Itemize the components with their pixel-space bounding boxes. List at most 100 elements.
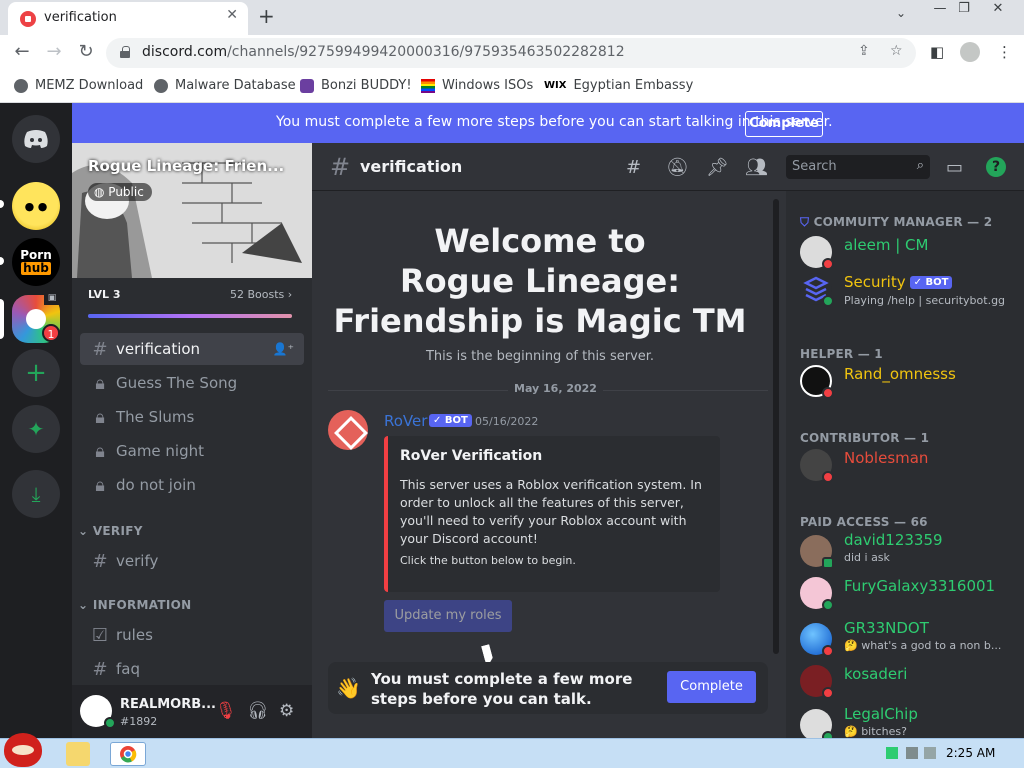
category-verify[interactable]: ⌄ VERIFY <box>78 524 143 538</box>
network-icon[interactable] <box>886 747 898 759</box>
channel-guess-the-song[interactable]: 🔒︎ Guess The Song <box>80 367 304 399</box>
reload-icon[interactable]: ↻ <box>74 41 98 62</box>
help-icon[interactable]: ? <box>986 157 1006 177</box>
discord-home-icon[interactable] <box>12 115 60 163</box>
restore-icon[interactable]: ❐ <box>952 2 976 18</box>
close-window-icon[interactable]: ✕ <box>986 2 1010 18</box>
new-tab-button[interactable]: + <box>258 4 275 28</box>
shield-icon: ⛉ <box>800 215 810 229</box>
channel-the-slums[interactable]: 🔒︎ The Slums <box>80 401 304 433</box>
composer-complete-button[interactable]: Complete <box>667 671 756 703</box>
bookmark-malware-database[interactable]: Malware Database <box>154 78 296 93</box>
member-item[interactable]: david123359 did i ask <box>800 531 1024 571</box>
member-activity: Playing /help | securitybot.gg <box>844 294 1006 307</box>
server-name[interactable]: Rogue Lineage: Frien... <box>88 157 284 175</box>
address-bar[interactable]: discord.com/channels/927599499420000316/… <box>106 38 916 68</box>
power-icon[interactable] <box>906 747 918 759</box>
boost-count[interactable]: 52 Boosts › <box>230 288 292 301</box>
rover-avatar[interactable] <box>328 410 368 450</box>
search-input[interactable]: Search ⌕ <box>786 155 930 179</box>
bookmarks-bar: MEMZ Download Malware Database Bonzi BUD… <box>0 71 1024 103</box>
lock-icon[interactable] <box>120 46 130 58</box>
welcome-heading: Welcome to Rogue Lineage: Friendship is … <box>333 222 747 340</box>
lock-icon: 🔒︎ <box>95 440 105 462</box>
member-item[interactable]: Security ✓ BOT Playing /help | securitybo… <box>800 269 1024 309</box>
menu-kebab-icon[interactable]: ⋮ <box>997 43 1012 61</box>
member-list-icon[interactable]: 👥︎ <box>745 157 768 178</box>
server-banner-image[interactable]: Rogue Lineage: Frien... ◍ Public <box>72 143 312 278</box>
bookmark-bonzi-buddy[interactable]: Bonzi BUDDY! <box>300 78 412 93</box>
profile-avatar[interactable] <box>960 42 980 62</box>
search-icon: ⌕ <box>916 158 924 173</box>
chrome-taskbar-icon[interactable] <box>110 742 146 766</box>
member-item[interactable]: GR33NDOT 🤔 what's a god to a non b... <box>800 619 1024 659</box>
share-icon[interactable]: ⇪ <box>858 43 870 59</box>
emoji-server-icon[interactable]: ● ● <box>12 182 60 230</box>
threads-icon[interactable]: # <box>626 157 641 178</box>
download-icon[interactable]: ⤓ <box>12 470 60 518</box>
channel-rules[interactable]: ☑ rules <box>80 619 304 651</box>
settings-gear-icon[interactable]: ⚙ <box>279 701 294 721</box>
embed-footer-text: Click the button below to begin. <box>400 554 576 567</box>
composer-notice-text: You must complete a few more steps befor… <box>371 670 633 708</box>
member-name: kosaderi <box>844 665 908 683</box>
ph-server-icon[interactable]: Porn hub <box>12 238 60 286</box>
start-button-angry-bird-icon[interactable] <box>4 733 42 767</box>
update-roles-button[interactable]: Update my roles <box>384 600 512 632</box>
side-panel-icon[interactable]: ◧ <box>930 43 944 61</box>
bookmark-star-icon[interactable]: ☆ <box>890 43 903 59</box>
add-server-icon[interactable]: + <box>12 349 60 397</box>
discord-favicon-icon <box>20 11 36 27</box>
notification-bell-muted-icon[interactable]: 🔕︎ <box>666 157 689 178</box>
browser-tab[interactable]: verification ✕ <box>8 2 248 35</box>
tab-title: verification <box>44 10 117 25</box>
inbox-icon[interactable]: ▭ <box>946 157 963 178</box>
channel-do-not-join[interactable]: 🔒︎ do not join <box>80 469 304 501</box>
taskbar-clock[interactable]: 2:25 AM <box>946 746 995 760</box>
member-item[interactable]: Rand_omnesss <box>800 361 1024 401</box>
channel-sidebar: Rogue Lineage: Frien... ◍ Public LVL 3 5… <box>72 143 312 738</box>
channel-faq[interactable]: # faq <box>80 653 304 685</box>
verification-notice-banner: You must complete a few more steps befor… <box>72 103 1024 143</box>
status-dot <box>822 471 834 483</box>
wix-icon: WIX <box>544 80 567 91</box>
username[interactable]: REALMORB... <box>120 697 216 712</box>
member-name: FuryGalaxy3316001 <box>844 577 996 595</box>
volume-icon[interactable] <box>924 747 936 759</box>
mute-mic-icon[interactable]: 🎙︎ <box>215 701 237 721</box>
channel-game-night[interactable]: 🔒︎ Game night <box>80 435 304 467</box>
url-text[interactable]: discord.com/channels/927599499420000316/… <box>142 44 625 60</box>
server-unread-pill <box>0 257 4 265</box>
hash-icon: # <box>92 338 108 360</box>
member-item[interactable]: FuryGalaxy3316001 <box>800 573 1024 613</box>
member-item[interactable]: aleem | CM <box>800 232 1024 272</box>
explore-compass-icon[interactable]: ✦ <box>12 405 60 453</box>
embed-title: RoVer Verification <box>400 448 543 464</box>
category-information[interactable]: ⌄ INFORMATION <box>78 598 191 612</box>
channel-verify[interactable]: # verify <box>80 545 304 577</box>
message-author[interactable]: RoVer <box>384 412 427 430</box>
member-name: LegalChip <box>844 705 918 723</box>
minimize-icon[interactable]: — <box>928 2 952 18</box>
bookmark-windows-isos[interactable]: Windows ISOs <box>421 78 533 93</box>
message-timestamp: 05/16/2022 <box>475 415 539 428</box>
windows-taskbar: 2:25 AM <box>0 733 1024 768</box>
headphones-icon[interactable]: 🎧︎ <box>247 701 269 721</box>
chat-scrollbar[interactable] <box>773 199 779 654</box>
back-icon[interactable]: ← <box>10 41 34 62</box>
invite-icon[interactable]: 👤⁺ <box>273 342 294 356</box>
member-group-community-manager: ⛉ COMMUITY MANAGER — 2 <box>800 215 993 229</box>
pin-icon[interactable]: 📌︎ <box>706 157 729 178</box>
file-explorer-icon[interactable] <box>66 742 90 766</box>
member-item[interactable]: Noblesman <box>800 445 1024 485</box>
channel-verification[interactable]: # verification 👤⁺ <box>80 333 304 365</box>
member-item[interactable]: kosaderi <box>800 661 1024 701</box>
banner-complete-button[interactable]: Complete <box>745 111 823 137</box>
bookmark-egyptian-embassy[interactable]: WIX Egyptian Embassy <box>544 78 693 93</box>
bookmark-memz[interactable]: MEMZ Download <box>14 78 143 93</box>
forward-icon[interactable]: → <box>42 41 66 62</box>
member-item[interactable]: LegalChip 🤔 bitches? <box>800 705 1024 738</box>
member-name: Noblesman <box>844 449 929 467</box>
tab-search-icon[interactable]: ⌄ <box>896 6 906 20</box>
close-tab-icon[interactable]: ✕ <box>226 7 238 23</box>
